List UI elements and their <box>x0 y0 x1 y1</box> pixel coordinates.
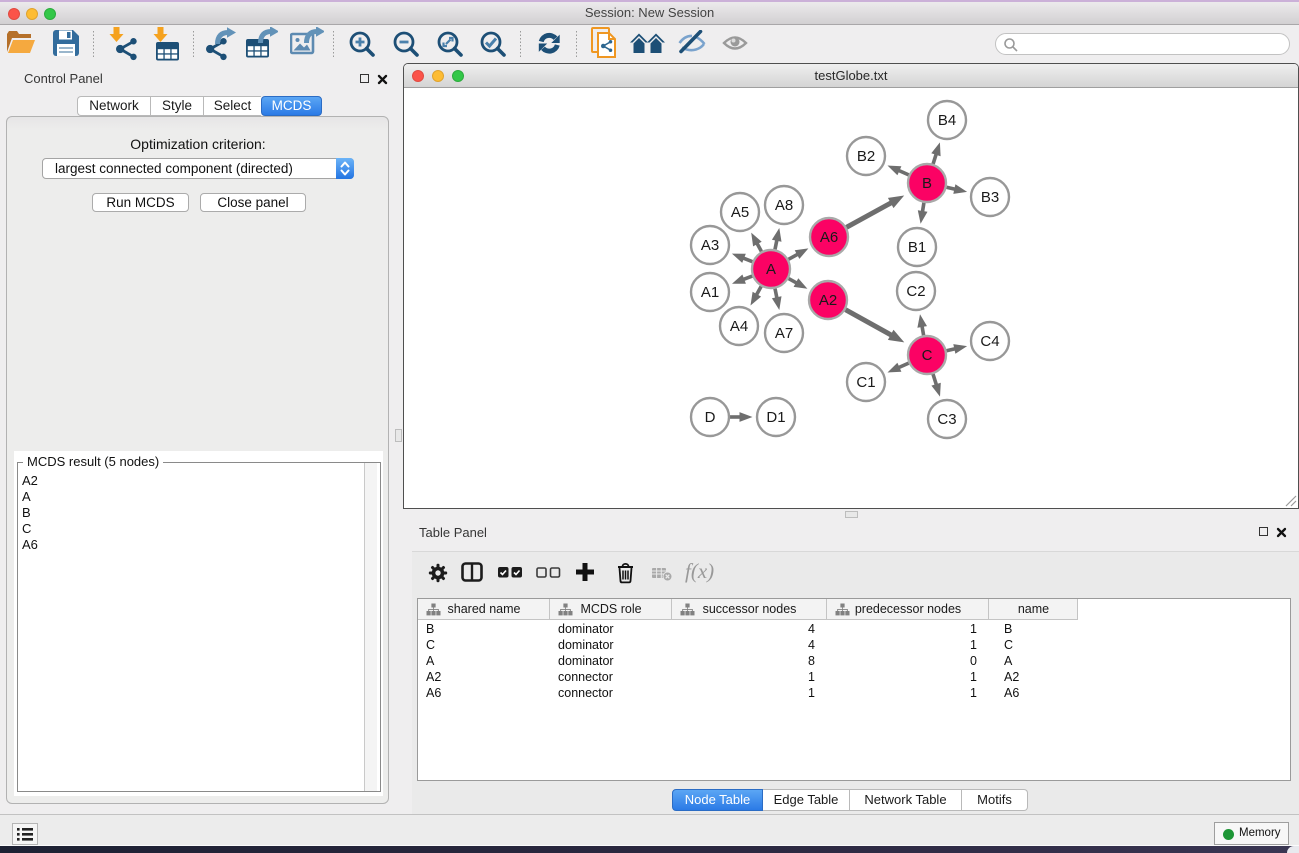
svg-text:A5: A5 <box>731 204 749 221</box>
svg-text:A6: A6 <box>820 229 838 246</box>
svg-text:D: D <box>705 409 716 426</box>
svg-text:C4: C4 <box>980 333 999 350</box>
svg-text:B2: B2 <box>857 148 875 165</box>
svg-text:B: B <box>922 175 932 192</box>
svg-text:A4: A4 <box>730 318 748 335</box>
svg-text:B1: B1 <box>908 239 926 256</box>
svg-text:A3: A3 <box>701 237 719 254</box>
svg-text:A: A <box>766 261 776 278</box>
svg-text:A1: A1 <box>701 284 719 301</box>
svg-text:A8: A8 <box>775 197 793 214</box>
svg-text:C1: C1 <box>856 374 875 391</box>
svg-text:C: C <box>922 347 933 364</box>
svg-text:C3: C3 <box>937 411 956 428</box>
svg-text:A2: A2 <box>819 292 837 309</box>
svg-text:B3: B3 <box>981 189 999 206</box>
svg-text:C2: C2 <box>906 283 925 300</box>
svg-text:A7: A7 <box>775 325 793 342</box>
svg-text:B4: B4 <box>938 112 956 129</box>
svg-text:D1: D1 <box>766 409 785 426</box>
